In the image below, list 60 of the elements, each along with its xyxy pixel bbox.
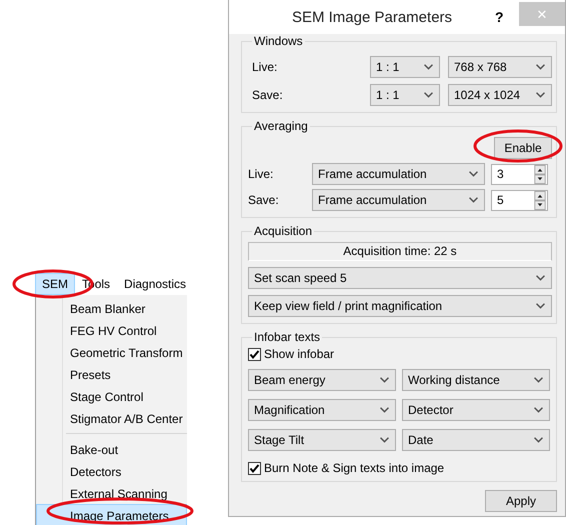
chevron-icon (534, 437, 543, 443)
group-title: Infobar texts (253, 330, 322, 344)
chevron-icon (424, 64, 433, 70)
menu-item[interactable]: Stage Control (36, 385, 187, 407)
field-label: Live: (251, 60, 278, 74)
chevron-icon (380, 407, 389, 413)
dropdown[interactable]: 1 : 1 (370, 56, 440, 78)
menu-item[interactable]: Beam Blanker (36, 297, 187, 319)
chevron-icon (424, 92, 433, 98)
chevron-icon (536, 64, 545, 70)
number-spinner[interactable]: 3 (491, 164, 548, 184)
chevron-icon (469, 197, 478, 203)
field-label: Save: (251, 88, 284, 102)
checkbox-label: Show infobar (264, 347, 334, 361)
checkbox[interactable] (248, 462, 261, 474)
spin-arrows-icon[interactable] (534, 164, 546, 184)
dropdown[interactable]: 1024 x 1024 (448, 84, 552, 106)
menu-item[interactable]: FEG HV Control (36, 319, 187, 341)
menu-item[interactable]: Geometric Transform (36, 341, 187, 363)
dropdown[interactable]: Magnification (248, 399, 396, 421)
group-title: Acquisition (253, 224, 314, 238)
menu-bar-item[interactable]: Diagnostics (117, 273, 187, 295)
dropdown[interactable]: Frame accumulation (312, 189, 485, 211)
dropdown[interactable]: Stage Tilt (248, 429, 396, 451)
spin-arrows-icon[interactable] (534, 190, 546, 210)
enable-button[interactable]: Enable (494, 137, 552, 159)
dropdown[interactable]: Date (402, 429, 550, 451)
menu-item[interactable]: External Scanning (36, 482, 187, 504)
menu-item[interactable]: Presets (36, 363, 187, 385)
chevron-icon (536, 275, 545, 281)
dropdown[interactable]: Working distance (402, 369, 550, 391)
chevron-icon (380, 437, 389, 443)
group-title: Windows (253, 34, 304, 48)
dropdown[interactable]: 768 x 768 (448, 56, 552, 78)
chevron-icon (536, 303, 545, 309)
chevron-icon (536, 92, 545, 98)
apply-button[interactable]: Apply (485, 490, 557, 512)
menu-item[interactable]: Detectors (36, 460, 187, 482)
number-spinner[interactable]: 5 (491, 190, 548, 210)
checkbox-label: Burn Note & Sign texts into image (264, 461, 444, 475)
dropdown[interactable]: Keep view field / print magnification (248, 295, 552, 317)
chevron-icon (534, 407, 543, 413)
chevron-icon (469, 171, 478, 177)
dropdown[interactable]: Set scan speed 5 (248, 267, 552, 289)
dropdown[interactable]: 1 : 1 (370, 84, 440, 106)
chevron-icon (534, 377, 543, 383)
help-button[interactable]: ? (495, 9, 519, 25)
dropdown[interactable]: Detector (402, 399, 550, 421)
menu-item[interactable]: Stigmator A/B Center (36, 407, 187, 429)
dropdown[interactable]: Beam energy (248, 369, 396, 391)
dropdown[interactable]: Frame accumulation (312, 163, 485, 185)
status-text: Acquisition time: 22 s (248, 242, 552, 261)
checkbox[interactable] (248, 348, 261, 360)
chevron-icon (380, 377, 389, 383)
field-label: Live: (248, 167, 274, 181)
group-title: Averaging (253, 119, 309, 133)
menu-bar-item[interactable]: SEM (35, 273, 76, 295)
menu-item[interactable]: Bake-out (36, 438, 187, 460)
window-title: SEM Image Parameters (290, 8, 454, 26)
field-label: Save: (248, 193, 280, 207)
